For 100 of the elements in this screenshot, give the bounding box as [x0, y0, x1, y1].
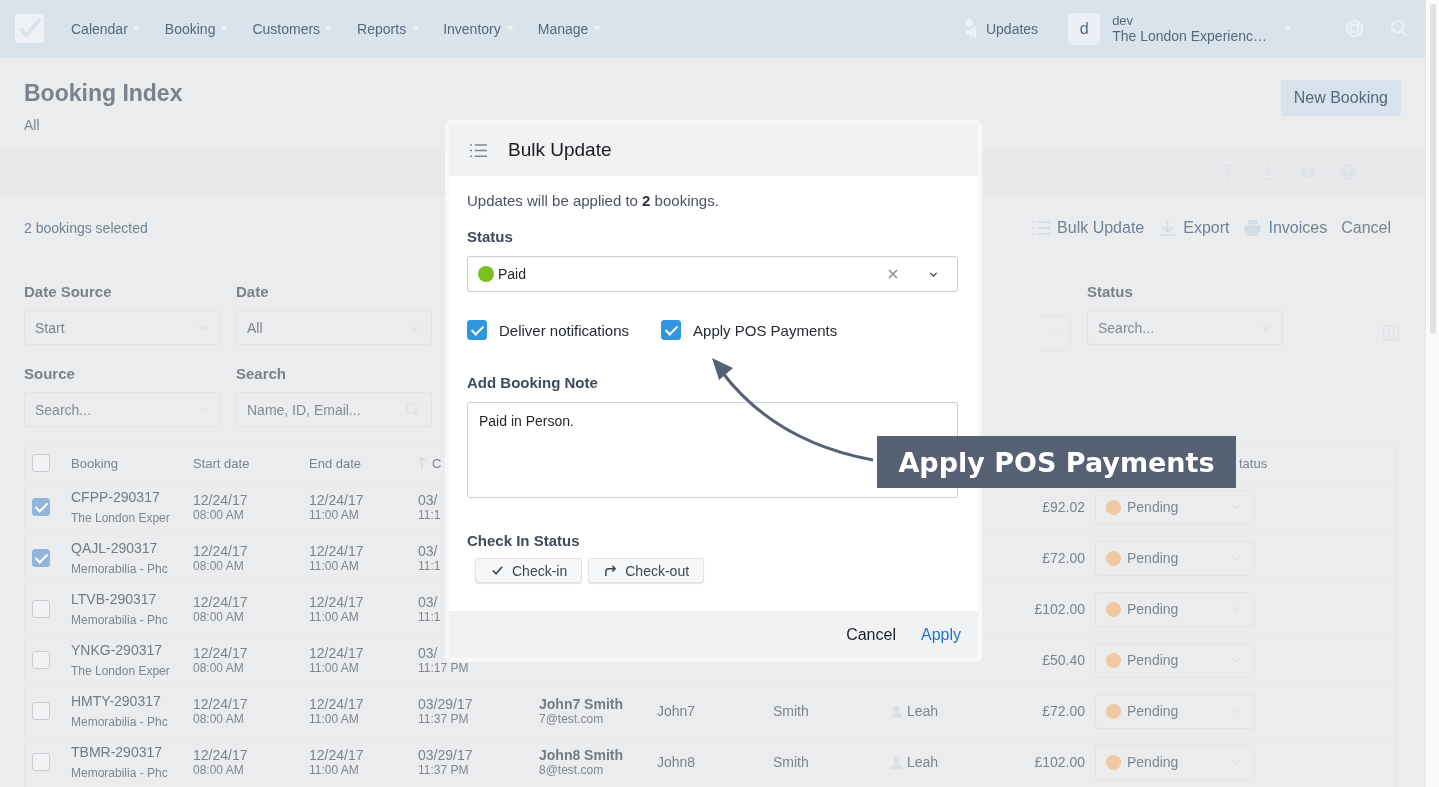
end-date: 12/24/17: [309, 645, 364, 661]
filter-label: Search: [236, 365, 288, 383]
booking-id[interactable]: HMTY-290317: [71, 693, 161, 709]
last-name: Smith: [773, 754, 809, 770]
end-time: 11:00 AM: [309, 610, 359, 624]
created-date: 03/: [418, 594, 438, 610]
booking-id[interactable]: YNKG-290317: [71, 642, 163, 658]
end-date: 12/24/17: [309, 594, 364, 610]
forward-arrow-icon: [604, 564, 618, 577]
dialog-description: Updates will be applied to 2 bookings.: [467, 192, 720, 209]
end-time: 11:00 AM: [309, 508, 359, 522]
start-time: 08:00 AM: [193, 661, 244, 675]
new-booking-button[interactable]: New Booking: [1280, 79, 1401, 116]
nav-menu-item[interactable]: Reports: [345, 20, 432, 37]
clear-icon[interactable]: [888, 269, 898, 279]
filter-dropdown[interactable]: All: [236, 310, 432, 346]
filter-label: Date Source: [24, 283, 113, 301]
nav-menu-item[interactable]: Calendar: [59, 20, 153, 37]
booking-id[interactable]: CFPP-290317: [71, 489, 160, 505]
apply-button[interactable]: Apply: [920, 625, 961, 644]
updates-button[interactable]: Updates: [951, 18, 1051, 39]
nav-menu-item[interactable]: Manage: [525, 20, 614, 37]
created-time: 11:1: [418, 610, 441, 624]
product-name: Memorabilia - Phc: [71, 715, 168, 729]
end-time: 11:00 AM: [309, 712, 359, 726]
start-time: 08:00 AM: [193, 712, 244, 726]
check-status-button[interactable]: Check-out: [588, 558, 705, 583]
created-time: 11:37 PM: [418, 763, 469, 777]
dialog-title: Bulk Update: [508, 139, 612, 161]
created-date: 03/29/17: [418, 696, 473, 712]
customer-email: 8@test.com: [539, 763, 604, 777]
end-date: 12/24/17: [309, 543, 364, 559]
booking-id[interactable]: QAJL-290317: [71, 540, 158, 556]
row-checkbox[interactable]: [32, 753, 50, 771]
field-label: Add Booking Note: [467, 374, 599, 391]
bulk-action-button[interactable]: Invoices: [1229, 218, 1328, 237]
option-checkbox[interactable]: Deliver notifications: [467, 320, 630, 340]
check-status-button[interactable]: Check-in: [475, 558, 583, 583]
bulk-action-button[interactable]: Bulk Update: [1018, 218, 1145, 237]
first-name: John7: [657, 703, 696, 719]
column-header[interactable]: C: [432, 455, 442, 471]
filter-label: Date: [236, 283, 270, 301]
checkbox[interactable]: [661, 320, 682, 340]
status-dropdown[interactable]: Pending: [1095, 591, 1255, 627]
filter-dropdown[interactable]: Search...: [1087, 310, 1283, 346]
column-header[interactable]: tatus: [1239, 455, 1268, 471]
start-time: 08:00 AM: [193, 763, 244, 777]
row-checkbox[interactable]: [32, 702, 50, 720]
customer-name[interactable]: John7 Smith: [539, 696, 623, 712]
column-header[interactable]: Start date: [193, 455, 250, 471]
company-name: The London Experienc…: [1112, 28, 1267, 45]
row-checkbox[interactable]: [32, 651, 50, 669]
status-dropdown[interactable]: Pending: [1095, 540, 1255, 576]
select-all-checkbox[interactable]: [32, 454, 50, 472]
customer-email: 7@test.com: [539, 712, 604, 726]
nav-menu-item[interactable]: Inventory: [431, 20, 526, 37]
row-checkbox[interactable]: [32, 498, 50, 516]
status-dropdown[interactable]: Pending: [1095, 744, 1255, 780]
created-time: 11:17 PM: [418, 661, 469, 675]
row-checkbox[interactable]: [32, 600, 50, 618]
status-dropdown[interactable]: Pending: [1095, 642, 1255, 678]
first-name: John8: [657, 754, 696, 770]
user-name: dev: [1112, 13, 1135, 29]
checkbox[interactable]: [467, 320, 487, 340]
total-amount: £50.40: [1042, 652, 1085, 668]
status-dropdown[interactable]: Pending: [1095, 489, 1255, 525]
nav-menu-item[interactable]: Customers: [240, 20, 346, 37]
user-avatar[interactable]: d: [1068, 12, 1101, 45]
column-header[interactable]: End date: [309, 455, 362, 471]
bulk-action-button[interactable]: Export: [1144, 218, 1230, 237]
cancel-button[interactable]: Cancel: [846, 625, 896, 644]
nav-menu-item[interactable]: Booking: [152, 20, 241, 37]
start-date: 12/24/17: [193, 696, 248, 712]
download-icon: [1158, 218, 1178, 237]
created-date: 03/: [418, 492, 438, 508]
customer-name[interactable]: John8 Smith: [539, 747, 623, 763]
scrollbar[interactable]: [1425, 0, 1439, 787]
booking-id[interactable]: TBMR-290317: [71, 744, 163, 760]
booking-id[interactable]: LTVB-290317: [71, 591, 157, 607]
product-name: Memorabilia - Phc: [71, 562, 168, 576]
filter-dropdown[interactable]: Start: [24, 310, 220, 346]
start-time: 08:00 AM: [193, 610, 244, 624]
page-subtitle: All: [24, 116, 41, 133]
row-checkbox[interactable]: [32, 549, 50, 567]
total-amount: £72.00: [1042, 703, 1085, 719]
bulk-action-button[interactable]: Cancel: [1327, 218, 1391, 237]
start-date: 12/24/17: [193, 543, 248, 559]
column-header[interactable]: Booking: [71, 455, 118, 471]
created-time: 11:1: [418, 508, 441, 522]
filter-dropdown[interactable]: Search...: [24, 392, 220, 428]
option-checkbox[interactable]: Apply POS Payments: [661, 320, 838, 340]
start-time: 08:00 AM: [193, 559, 244, 573]
checkmark-icon: [491, 564, 504, 577]
list-icon: [469, 142, 488, 158]
status-select[interactable]: Paid: [467, 256, 958, 292]
status-dropdown[interactable]: Pending: [1095, 693, 1255, 729]
search-field[interactable]: Name, ID, Email...: [236, 392, 432, 428]
page-title: Booking Index: [24, 79, 183, 107]
selection-count: 2 bookings selected: [24, 219, 148, 236]
start-date: 12/24/17: [193, 492, 248, 508]
